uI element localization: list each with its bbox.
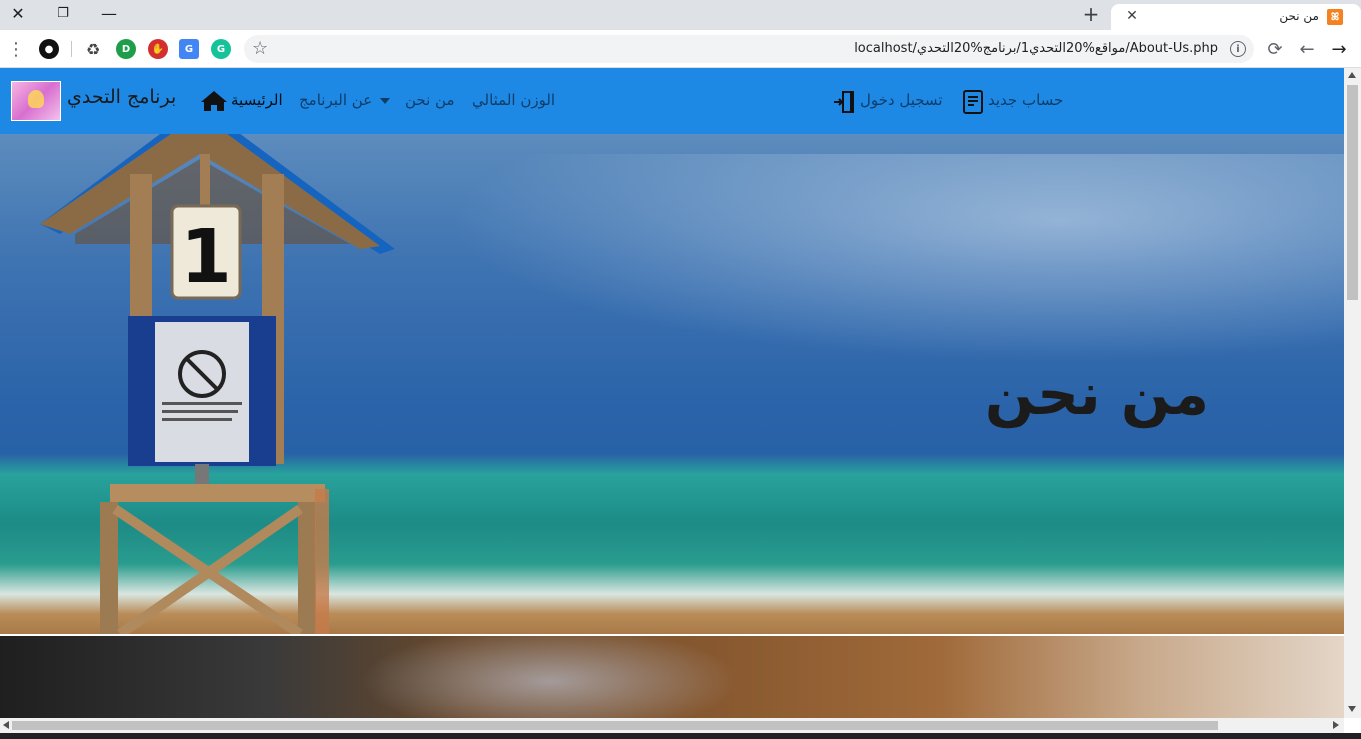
extension-dark-icon[interactable]: ● [39,39,59,59]
lifeguard-tower-image: 1 [40,134,395,634]
adblock-extension-icon[interactable]: ✋ [148,39,168,59]
content-section-image [0,636,1344,718]
hero-title: من نحن [984,360,1209,428]
vertical-scrollbar[interactable] [1344,68,1361,718]
bookmark-star-icon[interactable]: ☆ [252,38,268,59]
grammarly-extension-icon[interactable]: G [211,39,231,59]
brand-logo[interactable] [11,81,61,121]
nav-about-us[interactable]: من نحن [405,91,455,109]
site-info-icon[interactable]: i [1230,41,1246,57]
url-text[interactable]: localhost/مواقع%20التحدي1/برنامج%20التحد… [854,41,1218,56]
browser-tab-strip: ✕ ❐ — + ꕤ من نحن ✕ [0,0,1361,30]
nav-register[interactable]: حساب جديد [988,91,1063,109]
home-icon[interactable] [200,90,228,112]
nav-about-program[interactable]: عن البرنامج [299,91,372,109]
forward-arrow-icon[interactable]: → [1327,37,1351,61]
scroll-down-icon[interactable] [1348,706,1356,712]
favicon-icon: ꕤ [1327,9,1343,25]
browser-tab[interactable]: ꕤ من نحن ✕ [1111,4,1361,30]
login-door-icon[interactable] [832,89,858,115]
browser-toolbar: ⋮ ● ♻ D ✋ G G ☆ localhost/مواقع%20التحدي… [0,30,1361,68]
hero-banner: 1 من نحن [0,134,1344,634]
site-navbar: برنامج التحدي الرئيسية عن البرنامج من نح… [0,68,1344,134]
reload-icon[interactable]: ⟳ [1263,37,1287,61]
green-extension-icon[interactable]: D [116,39,136,59]
vertical-scroll-thumb[interactable] [1347,85,1358,300]
register-note-icon[interactable] [962,89,986,115]
window-restore-icon[interactable]: ❐ [45,0,81,26]
section-image-highlight [360,636,740,718]
back-arrow-icon[interactable]: ← [1295,37,1319,61]
brand-name[interactable]: برنامج التحدي [67,86,176,108]
dropdown-caret-icon[interactable] [380,98,390,104]
page-viewport: برنامج التحدي الرئيسية عن البرنامج من نح… [0,68,1344,718]
scroll-up-icon[interactable] [1348,72,1356,78]
new-tab-button[interactable]: + [1078,2,1104,26]
nav-home[interactable]: الرئيسية [231,91,283,109]
nav-ideal-weight[interactable]: الوزن المثالي [472,91,555,109]
scroll-right-icon[interactable] [1333,721,1339,729]
horizontal-scrollbar[interactable] [0,718,1344,733]
address-bar[interactable]: ☆ localhost/مواقع%20التحدي1/برنامج%20الت… [244,35,1254,63]
recycle-extension-icon[interactable]: ♻ [83,39,103,59]
window-minimize-icon[interactable]: — [91,0,127,26]
scroll-left-icon[interactable] [3,721,9,729]
tab-close-icon[interactable]: ✕ [1123,7,1141,25]
window-close-icon[interactable]: ✕ [0,0,36,26]
nav-login[interactable]: تسجيل دخول [860,91,943,109]
browser-menu-icon[interactable]: ⋮ [7,38,25,60]
toolbar-divider [71,41,72,57]
tab-title: من نحن [1279,9,1319,23]
tower-number: 1 [180,214,232,300]
horizontal-scroll-thumb[interactable] [12,721,1218,730]
taskbar-edge [0,733,1361,739]
translate-extension-icon[interactable]: G [179,39,199,59]
